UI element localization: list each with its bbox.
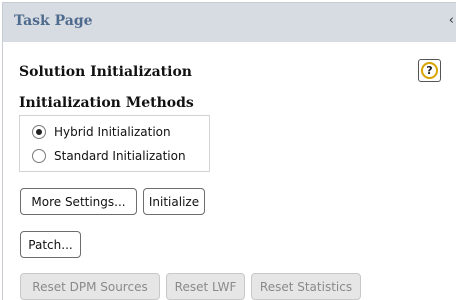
task-page-header: Task Page ‹	[3, 3, 456, 42]
initialization-methods-group: Hybrid Initialization Standard Initializ…	[19, 115, 210, 172]
reset-dpm-sources-button: Reset DPM Sources	[20, 273, 160, 300]
standard-initialization-option[interactable]: Standard Initialization	[32, 146, 186, 166]
standard-initialization-label: Standard Initialization	[54, 149, 186, 163]
hybrid-initialization-label: Hybrid Initialization	[54, 125, 171, 139]
hybrid-initialization-option[interactable]: Hybrid Initialization	[32, 122, 171, 142]
patch-button[interactable]: Patch...	[20, 231, 81, 258]
task-page-title: Task Page	[14, 13, 93, 29]
section-title: Solution Initialization	[19, 64, 192, 80]
initialize-button[interactable]: Initialize	[143, 188, 205, 215]
reset-lwf-button: Reset LWF	[166, 273, 245, 300]
help-button[interactable]: ?	[418, 59, 441, 82]
standard-initialization-radio[interactable]	[32, 149, 46, 163]
collapse-arrow-icon[interactable]: ‹	[449, 13, 454, 28]
help-icon: ?	[421, 62, 438, 79]
hybrid-initialization-radio[interactable]	[32, 125, 46, 139]
initialization-methods-title: Initialization Methods	[19, 95, 194, 111]
reset-statistics-button: Reset Statistics	[251, 273, 361, 300]
more-settings-button[interactable]: More Settings...	[20, 188, 137, 215]
